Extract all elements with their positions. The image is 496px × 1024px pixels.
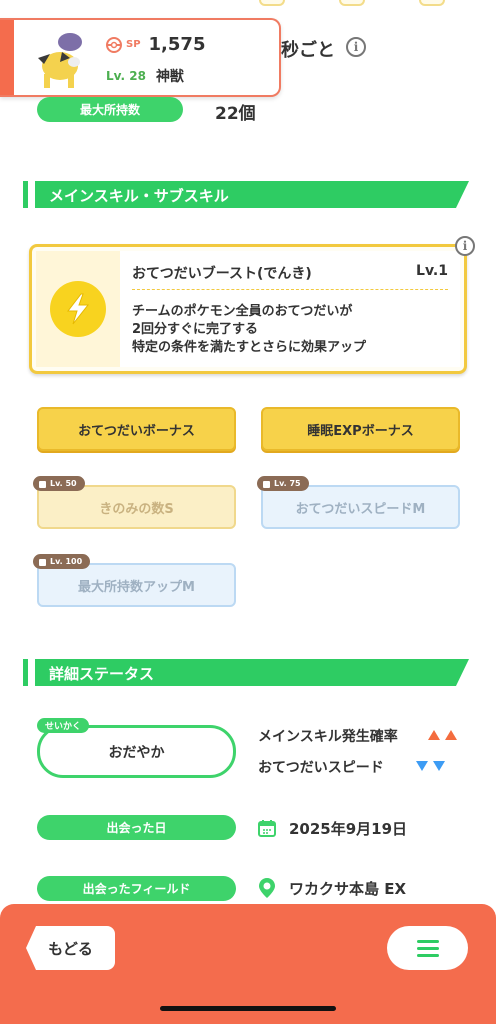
location-pin-icon xyxy=(259,878,275,898)
max-carry-value: 22個 xyxy=(215,104,256,124)
pokeball-icon xyxy=(106,36,122,53)
main-skill-description: チームのポケモン全員のおてつだいが 2回分すぐに完了する 特定の条件を満たすとさ… xyxy=(132,304,367,355)
down-arrow-icon xyxy=(416,761,428,771)
main-skill-info-icon[interactable]: i xyxy=(455,236,475,256)
lock-badge: Lv. 100 xyxy=(33,554,91,569)
sp-label: SP xyxy=(126,39,141,50)
pokemon-level: Lv. 28 xyxy=(106,69,146,83)
level-row: Lv. 28 神獣 xyxy=(106,66,184,86)
pokemon-image xyxy=(38,33,82,88)
met-field-value: ワカクサ本島 EX xyxy=(289,880,407,898)
sub-skill-5[interactable]: 最大所持数アップM xyxy=(37,563,236,607)
back-button[interactable]: もどる xyxy=(26,926,115,970)
top-partial-box xyxy=(259,0,285,6)
details-section-header: 詳細ステータス xyxy=(23,659,469,686)
nature-up-stat: メインスキル発生確率 xyxy=(258,729,398,745)
pokemon-nickname: 神獣 xyxy=(155,69,184,85)
lightning-icon xyxy=(50,281,106,337)
top-partial-box xyxy=(339,0,365,6)
nature-tag: せいかく xyxy=(37,718,90,733)
sub-skill-2[interactable]: 睡眠EXPボーナス xyxy=(261,407,460,451)
home-indicator xyxy=(160,1006,336,1011)
divider xyxy=(132,289,448,290)
menu-icon xyxy=(416,939,439,943)
lock-icon xyxy=(263,481,270,488)
top-partial-box xyxy=(419,0,445,6)
met-field-label: 出会ったフィールド xyxy=(37,876,236,901)
main-skill-name: おてつだいブースト(でんき) xyxy=(132,266,312,282)
main-skill-level: Lv.1 xyxy=(416,263,448,279)
pokemon-header-card: SP 1,575 Lv. 28 神獣 xyxy=(0,18,281,97)
card-stripe xyxy=(0,20,14,95)
skills-section-header: メインスキル・サブスキル xyxy=(23,181,469,208)
max-carry-label: 最大所持数 xyxy=(37,97,183,122)
sp-value: 1,575 xyxy=(148,34,206,55)
sub-skill-1[interactable]: おてつだいボーナス xyxy=(37,407,236,451)
up-arrow-icon xyxy=(445,730,457,740)
calendar-icon xyxy=(258,820,276,837)
lock-badge: Lv. 75 xyxy=(257,476,309,491)
main-skill-card[interactable]: おてつだいブースト(でんき) Lv.1 チームのポケモン全員のおてつだいが 2回… xyxy=(29,244,467,374)
lock-badge: Lv. 50 xyxy=(33,476,85,491)
sub-skill-3[interactable]: きのみの数S xyxy=(37,485,236,529)
lock-icon xyxy=(39,559,46,566)
up-arrow-icon xyxy=(428,730,440,740)
sp-row: SP 1,575 xyxy=(106,34,205,55)
lock-icon xyxy=(39,481,46,488)
help-interval-suffix: 秒ごと xyxy=(281,40,335,61)
menu-button[interactable] xyxy=(387,926,468,970)
sub-skill-4[interactable]: おてつだいスピードM xyxy=(261,485,460,529)
info-icon[interactable]: i xyxy=(346,37,366,57)
skills-section-title: メインスキル・サブスキル xyxy=(49,187,229,205)
down-arrow-icon xyxy=(433,761,445,771)
nature-down-stat: おてつだいスピード xyxy=(258,760,384,776)
details-section-title: 詳細ステータス xyxy=(49,665,155,683)
met-date-value: 2025年9月19日 xyxy=(289,820,408,838)
met-date-label: 出会った日 xyxy=(37,815,236,840)
